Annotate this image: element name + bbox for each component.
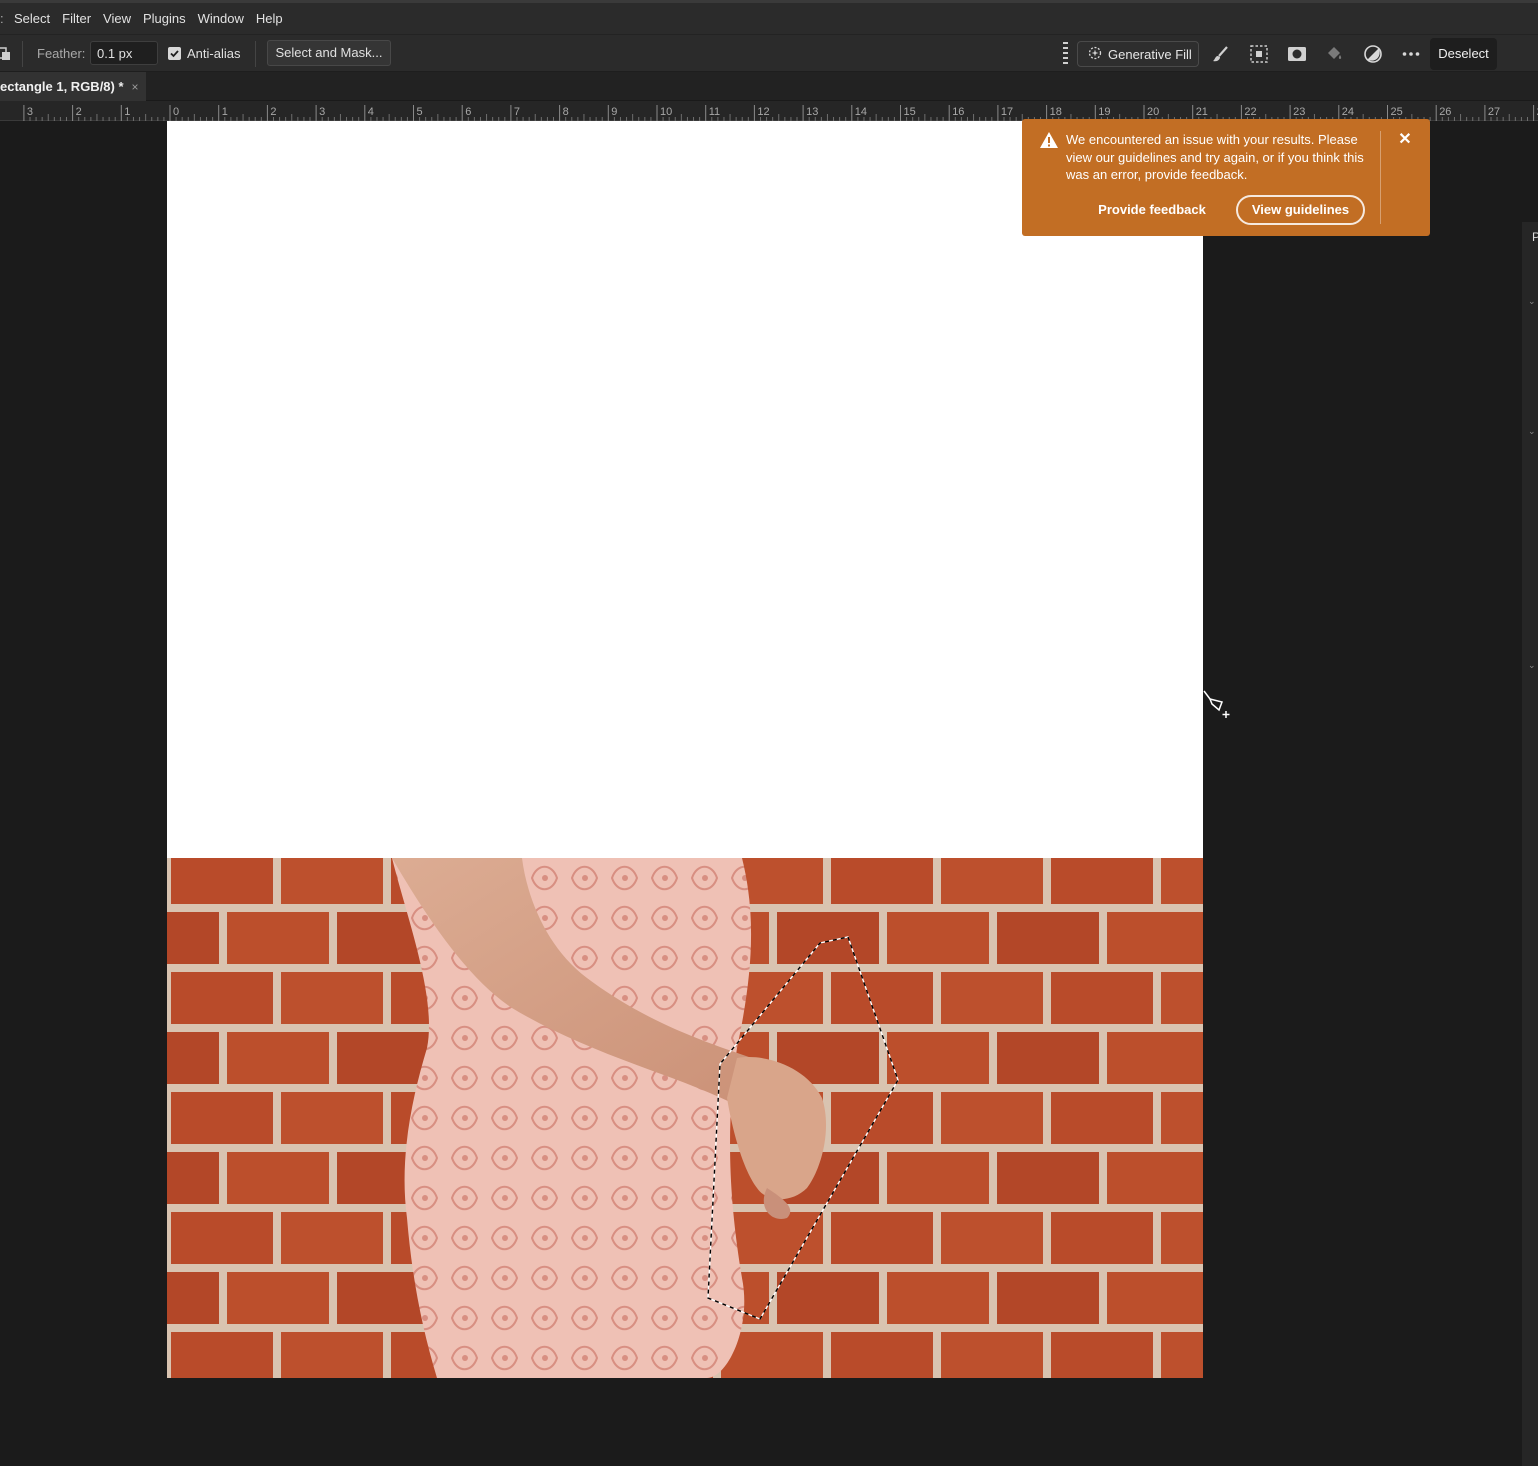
canvas-area[interactable] xyxy=(0,121,1538,1466)
ruler-label: 13 xyxy=(806,106,818,118)
warning-icon xyxy=(1039,131,1059,149)
ruler-label: 15 xyxy=(904,106,916,118)
chevron-down-icon[interactable]: ⌄ xyxy=(1528,426,1536,437)
ruler-label: 4 xyxy=(368,106,374,118)
generative-fill-icon xyxy=(1088,46,1102,63)
chevron-down-icon[interactable]: ⌄ xyxy=(1528,660,1536,671)
ruler-label: 26 xyxy=(1439,106,1451,118)
select-and-mask-button[interactable]: Select and Mask... xyxy=(267,40,391,66)
menu-item-edit-partial[interactable]: : xyxy=(0,5,8,33)
document-canvas[interactable] xyxy=(167,121,1203,1378)
menu-bar: : Select Filter View Plugins Window Help xyxy=(0,0,1538,34)
right-panel-letter: P xyxy=(1532,230,1538,244)
ruler-label: 7 xyxy=(514,106,520,118)
error-toast: We encountered an issue with your result… xyxy=(1022,119,1430,236)
ruler-label: 21 xyxy=(1196,106,1208,118)
ruler-label: 12 xyxy=(757,106,769,118)
menu-item-help[interactable]: Help xyxy=(250,5,289,33)
ruler-label: 14 xyxy=(855,106,867,118)
photo-layer xyxy=(167,858,1203,1378)
ruler-label: 2 xyxy=(270,106,276,118)
taskbar-grip-handle[interactable] xyxy=(1063,40,1068,68)
photo-image xyxy=(167,858,1203,1378)
menu-item-view[interactable]: View xyxy=(97,5,137,33)
menu-item-select[interactable]: Select xyxy=(8,5,56,33)
menu-item-window[interactable]: Window xyxy=(192,5,250,33)
document-tab-bar: ectangle 1, RGB/8) * × xyxy=(0,72,1538,101)
selection-mode-icon[interactable] xyxy=(0,46,14,62)
adjustment-icon[interactable] xyxy=(1362,43,1384,65)
ruler-label: 24 xyxy=(1342,106,1354,118)
ruler-label: 20 xyxy=(1147,106,1159,118)
horizontal-ruler[interactable]: 3 2 1 0 1 2 3 4 5 6 7 8 9 10 11 12 13 14 15 16 17 18 19 20 21 22 2… xyxy=(0,101,1538,121)
transform-selection-icon[interactable] xyxy=(1248,43,1270,65)
view-guidelines-button[interactable]: View guidelines xyxy=(1236,195,1365,225)
anti-alias-label: Anti-alias xyxy=(187,46,241,61)
ruler-label: 11 xyxy=(709,106,720,118)
toast-message: We encountered an issue with your result… xyxy=(1066,132,1364,182)
document-tab-title: ectangle 1, RGB/8) * xyxy=(0,79,124,94)
menu-item-plugins[interactable]: Plugins xyxy=(137,5,192,33)
provide-feedback-button[interactable]: Provide feedback xyxy=(1086,197,1218,223)
menu-item-filter[interactable]: Filter xyxy=(56,5,97,33)
ruler-label: 25 xyxy=(1391,106,1403,118)
close-icon[interactable]: ✕ xyxy=(1396,131,1414,149)
ruler-label: 8 xyxy=(563,106,569,118)
brush-selection-icon[interactable] xyxy=(1210,43,1232,65)
mask-icon[interactable] xyxy=(1286,43,1308,65)
ruler-label: 23 xyxy=(1293,106,1305,118)
chevron-down-icon[interactable]: ⌄ xyxy=(1528,296,1536,307)
options-divider xyxy=(255,41,256,67)
ruler-label: 2 xyxy=(76,106,82,118)
ruler-label: 9 xyxy=(611,106,617,118)
ruler-label: 0 xyxy=(173,106,179,118)
ruler-label: 16 xyxy=(952,106,964,118)
generative-fill-button[interactable]: Generative Fill xyxy=(1077,41,1199,67)
ruler-label: 1 xyxy=(124,106,130,118)
ruler-label: 22 xyxy=(1244,106,1256,118)
polygonal-lasso-cursor-icon xyxy=(1202,690,1236,722)
toast-divider xyxy=(1380,131,1381,224)
ruler-label: 27 xyxy=(1488,106,1500,118)
fill-icon[interactable] xyxy=(1323,43,1345,65)
generative-fill-label: Generative Fill xyxy=(1108,46,1192,62)
ruler-label: 10 xyxy=(660,106,672,118)
ruler-label: 1 xyxy=(222,106,228,118)
ruler-label: 18 xyxy=(1050,106,1062,118)
anti-alias-checkbox[interactable] xyxy=(168,47,181,60)
ruler-label: 19 xyxy=(1098,106,1110,118)
options-divider xyxy=(22,41,23,67)
close-tab-icon[interactable]: × xyxy=(132,80,139,94)
ruler-label: 5 xyxy=(417,106,423,118)
ruler-label: 17 xyxy=(1001,106,1013,118)
right-panel-collapsed[interactable]: P ⌄ ⌄ ⌄ xyxy=(1522,222,1538,1466)
document-tab[interactable]: ectangle 1, RGB/8) * × xyxy=(0,72,146,101)
more-options-icon[interactable] xyxy=(1400,43,1422,65)
ruler-label: 3 xyxy=(319,106,325,118)
ruler-label: 3 xyxy=(27,106,33,118)
deselect-button[interactable]: Deselect xyxy=(1430,38,1497,70)
feather-input[interactable] xyxy=(90,41,158,65)
feather-label: Feather: xyxy=(37,46,86,61)
ruler-label: 6 xyxy=(465,106,471,118)
options-bar: Feather: Anti-alias Select and Mask... G… xyxy=(0,34,1538,72)
